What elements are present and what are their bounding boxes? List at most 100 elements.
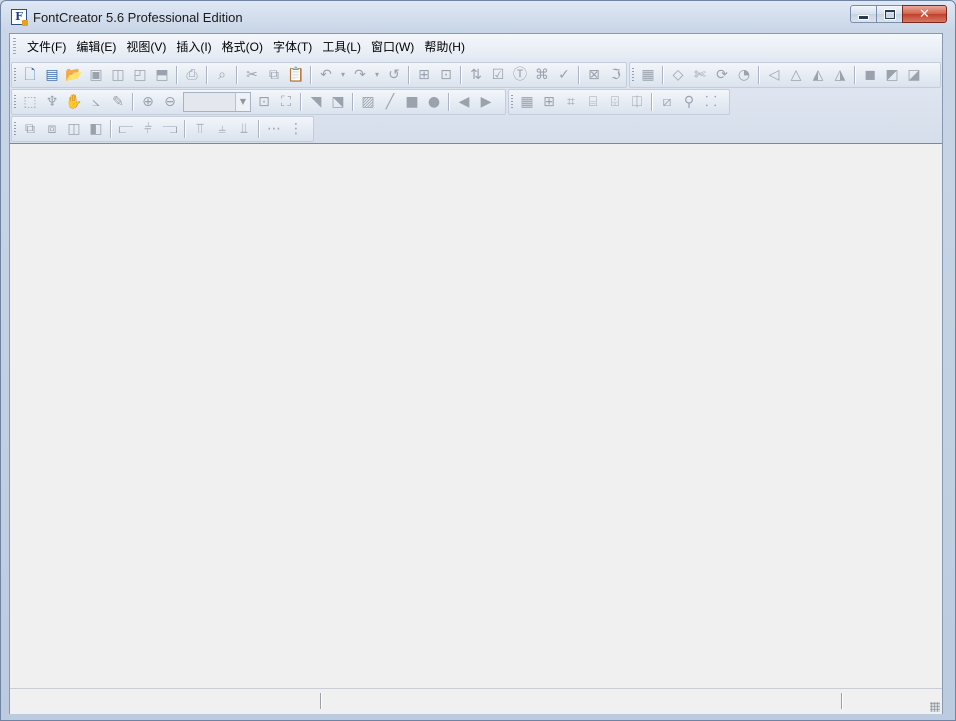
print-icon[interactable]: ⎙: [181, 64, 203, 86]
new-from-template-icon[interactable]: ▤: [41, 64, 63, 86]
grid-align-icon[interactable]: ⊞: [538, 91, 560, 113]
undo-dropdown-icon[interactable]: ▾: [337, 64, 349, 86]
fontcreator-app-icon[interactable]: F: [11, 9, 28, 26]
sort-icon[interactable]: ⇅: [465, 64, 487, 86]
zoom-combobox[interactable]: ▼: [183, 92, 251, 112]
toolbar-separator: [460, 66, 462, 84]
bounds-dashed-icon[interactable]: ⌸: [582, 91, 604, 113]
maximize-button[interactable]: [876, 5, 902, 23]
image-icon[interactable]: ▨: [357, 91, 379, 113]
text-icon[interactable]: Ⓣ: [509, 64, 531, 86]
align-left-icon[interactable]: ⫍: [115, 118, 137, 140]
bring-front-icon[interactable]: ⧉: [19, 118, 41, 140]
select-node-icon[interactable]: ⬔: [327, 91, 349, 113]
test-font-icon[interactable]: ⊠: [583, 64, 605, 86]
scissors-icon[interactable]: ✄: [689, 64, 711, 86]
bounds-icon[interactable]: ⌗: [560, 91, 582, 113]
align-right-icon[interactable]: ⫎: [159, 118, 181, 140]
union-icon[interactable]: ◼: [859, 64, 881, 86]
menu-edit[interactable]: 编辑(E): [71, 39, 121, 55]
skew-right-icon[interactable]: ◮: [829, 64, 851, 86]
paste-icon[interactable]: 📋: [285, 64, 307, 86]
zoom-in-icon[interactable]: ⊕: [137, 91, 159, 113]
insert-character-icon[interactable]: ⊡: [435, 64, 457, 86]
pen-icon[interactable]: ✎: [107, 91, 129, 113]
undo-icon[interactable]: ↶: [315, 64, 337, 86]
metrics-icon[interactable]: ⌹: [604, 91, 626, 113]
hand-pan-icon[interactable]: ✋: [63, 91, 85, 113]
resize-grip[interactable]: [930, 702, 940, 712]
menu-insert[interactable]: 插入(I): [171, 39, 216, 55]
clock-icon[interactable]: ◔: [733, 64, 755, 86]
menu-bar-grip[interactable]: [13, 38, 16, 54]
mdi-workspace[interactable]: [10, 143, 942, 689]
node-tree-icon[interactable]: ⚲: [678, 91, 700, 113]
align-top-icon[interactable]: ⫪: [189, 118, 211, 140]
lasso-icon[interactable]: ♆: [41, 91, 63, 113]
eraser-icon[interactable]: ◇: [667, 64, 689, 86]
next-glyph-icon[interactable]: ▶: [475, 91, 497, 113]
send-back-icon[interactable]: ⧈: [41, 118, 63, 140]
bring-forward-icon[interactable]: ◫: [63, 118, 85, 140]
cut-icon[interactable]: ✂: [241, 64, 263, 86]
find-icon[interactable]: ⌕: [211, 64, 233, 86]
line-icon[interactable]: ╱: [379, 91, 401, 113]
subtract-icon[interactable]: ◪: [903, 64, 925, 86]
glyph-properties-icon[interactable]: ▦: [637, 64, 659, 86]
chevron-down-icon[interactable]: ▼: [235, 93, 250, 111]
zoom-selection-icon[interactable]: ⛶: [275, 91, 297, 113]
title-bar[interactable]: F FontCreator 5.6 Professional Edition ✕: [1, 1, 955, 33]
menu-tools[interactable]: 工具(L): [317, 39, 366, 55]
check-icon[interactable]: ✓: [553, 64, 575, 86]
menu-help[interactable]: 帮助(H): [419, 39, 470, 55]
close-button[interactable]: ✕: [902, 5, 947, 23]
menu-view[interactable]: 视图(V): [121, 39, 171, 55]
validate-icon[interactable]: ☑: [487, 64, 509, 86]
hinting-icon[interactable]: ⸬: [700, 91, 722, 113]
distribute-vertical-icon[interactable]: ⋮: [285, 118, 307, 140]
menu-file[interactable]: 文件(F): [22, 39, 71, 55]
toolbar-separator: [132, 93, 134, 111]
previous-glyph-icon[interactable]: ◀: [453, 91, 475, 113]
rectangle-icon[interactable]: ■: [401, 91, 423, 113]
flip-horizontal-icon[interactable]: ◁: [763, 64, 785, 86]
new-file-icon[interactable]: 🗋: [19, 64, 41, 86]
align-bottom-icon[interactable]: ⫫: [233, 118, 255, 140]
save-icon[interactable]: ▣: [85, 64, 107, 86]
insert-glyph-icon[interactable]: ⊞: [413, 64, 435, 86]
skew-left-icon[interactable]: ◭: [807, 64, 829, 86]
mirror-icon[interactable]: △: [785, 64, 807, 86]
font-properties-icon[interactable]: ℑ: [605, 64, 627, 86]
rotate-icon[interactable]: ⟳: [711, 64, 733, 86]
zoom-out-icon[interactable]: ⊖: [159, 91, 181, 113]
ellipse-icon[interactable]: ●: [423, 91, 445, 113]
redo-dropdown-icon[interactable]: ▾: [371, 64, 383, 86]
menu-format[interactable]: 格式(O): [217, 39, 268, 55]
baseline-icon[interactable]: ⎅: [626, 91, 648, 113]
measure-icon[interactable]: ⦣: [85, 91, 107, 113]
send-backward-icon[interactable]: ◧: [85, 118, 107, 140]
save-copy-icon[interactable]: ◰: [129, 64, 151, 86]
transform-icon[interactable]: ⧄: [656, 91, 678, 113]
revert-icon[interactable]: ↺: [383, 64, 405, 86]
redo-icon[interactable]: ↷: [349, 64, 371, 86]
menu-window[interactable]: 窗口(W): [366, 39, 419, 55]
toolbar-area: 🗋 ▤ 📂 ▣ ◫ ◰ ⬒ ⎙ ⌕ ✂ ⧉ 📋 ↶ ▾ ↷ ▾ ↺ ⊞ ⊡ ⇅ ☑ Ⓣ ⌘ ✓ ⊠ ℑ ▦ ◇ ✄ ⟳ ◔ ◁ △ ◭ ◮ ◼ ◩ ◪ …: [10, 58, 942, 144]
align-middle-icon[interactable]: ⫨: [211, 118, 233, 140]
tag-icon[interactable]: ⌘: [531, 64, 553, 86]
copy-icon[interactable]: ⧉: [263, 64, 285, 86]
close-icon: ✕: [919, 6, 930, 22]
distribute-horizontal-icon[interactable]: ⋯: [263, 118, 285, 140]
minimize-button[interactable]: [850, 5, 876, 23]
export-icon[interactable]: ⬒: [151, 64, 173, 86]
grid-icon[interactable]: ▦: [516, 91, 538, 113]
zoom-to-fit-icon[interactable]: ⊡: [253, 91, 275, 113]
align-center-icon[interactable]: ⫩: [137, 118, 159, 140]
rect-select-icon[interactable]: ⬚: [19, 91, 41, 113]
save-all-icon[interactable]: ◫: [107, 64, 129, 86]
reference-line-icon[interactable]: ◥: [305, 91, 327, 113]
menu-font[interactable]: 字体(T): [268, 39, 317, 55]
intersect-icon[interactable]: ◩: [881, 64, 903, 86]
toolbar-separator: [448, 93, 450, 111]
open-folder-icon[interactable]: 📂: [63, 64, 85, 86]
